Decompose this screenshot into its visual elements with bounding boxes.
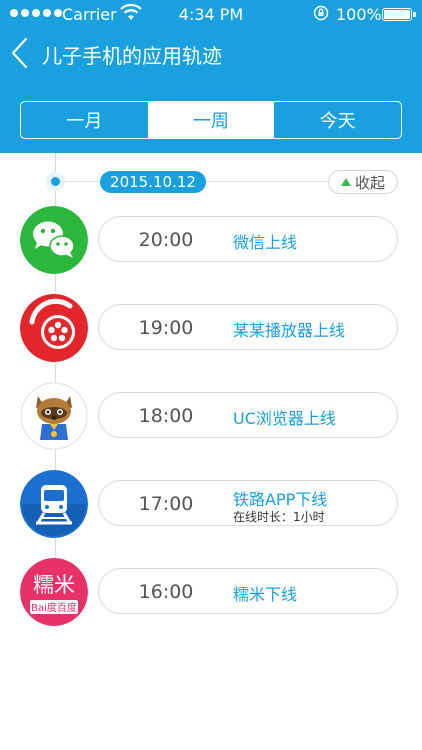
timeline-entry: 18:00 UC浏览器上线 <box>0 382 422 462</box>
collapse-button[interactable]: 收起 <box>328 170 398 194</box>
date-badge: 2015.10.12 <box>100 171 206 193</box>
timeline-start-dot <box>51 177 60 186</box>
battery-percentage: 100% <box>336 5 382 24</box>
activity-event: 糯米下线 <box>233 585 298 604</box>
railway-app-icon[interactable] <box>20 470 88 538</box>
triangle-up-icon <box>340 178 351 186</box>
tab-today[interactable]: 今天 <box>274 102 401 138</box>
tab-month[interactable]: 一月 <box>21 102 148 138</box>
activity-time: 17:00 <box>138 493 194 515</box>
activity-event: UC浏览器上线 <box>233 409 336 428</box>
period-segmented-control: 一月 一周 今天 <box>20 101 402 139</box>
svg-text:Bai度百度: Bai度百度 <box>31 601 77 614</box>
nuomi-icon[interactable]: 糯米 Bai度百度 <box>20 558 88 626</box>
svg-text:糯米: 糯米 <box>33 573 75 597</box>
rotation-lock-icon <box>313 5 329 25</box>
activity-time: 16:00 <box>138 581 194 603</box>
activity-time: 20:00 <box>138 229 194 251</box>
video-player-icon[interactable] <box>20 294 88 362</box>
activity-card[interactable]: 16:00 糯米下线 <box>98 568 398 614</box>
status-bar: Carrier 4:34 PM 100% <box>0 0 422 28</box>
uc-browser-icon[interactable] <box>20 382 88 450</box>
activity-card[interactable]: 19:00 某某播放器上线 <box>98 304 398 350</box>
activity-event: 某某播放器上线 <box>233 321 346 340</box>
activity-card[interactable]: 17:00 铁路APP下线 在线时长：1小时 <box>98 480 398 526</box>
page-title: 儿子手机的应用轨迹 <box>42 44 222 68</box>
activity-event: 铁路APP下线 <box>233 490 328 509</box>
back-button[interactable] <box>8 36 34 70</box>
chevron-left-icon <box>11 37 28 69</box>
online-duration: 在线时长：1小时 <box>233 510 325 524</box>
timeline-entry: 20:00 微信上线 <box>0 206 422 286</box>
activity-event: 微信上线 <box>233 233 298 252</box>
wechat-icon[interactable] <box>20 206 88 274</box>
tab-week[interactable]: 一周 <box>147 102 275 138</box>
activity-card[interactable]: 20:00 微信上线 <box>98 216 398 262</box>
timeline-entry: 17:00 铁路APP下线 在线时长：1小时 <box>0 470 422 550</box>
timeline-entry: 19:00 某某播放器上线 <box>0 294 422 374</box>
activity-card[interactable]: 18:00 UC浏览器上线 <box>98 392 398 438</box>
activity-time: 19:00 <box>138 317 194 339</box>
collapse-label: 收起 <box>354 173 385 192</box>
navigation-bar: 儿子手机的应用轨迹 <box>0 28 422 78</box>
activity-time: 18:00 <box>138 405 194 427</box>
battery-icon <box>382 8 416 21</box>
timeline-entry: 糯米 Bai度百度 16:00 糯米下线 <box>0 558 422 638</box>
